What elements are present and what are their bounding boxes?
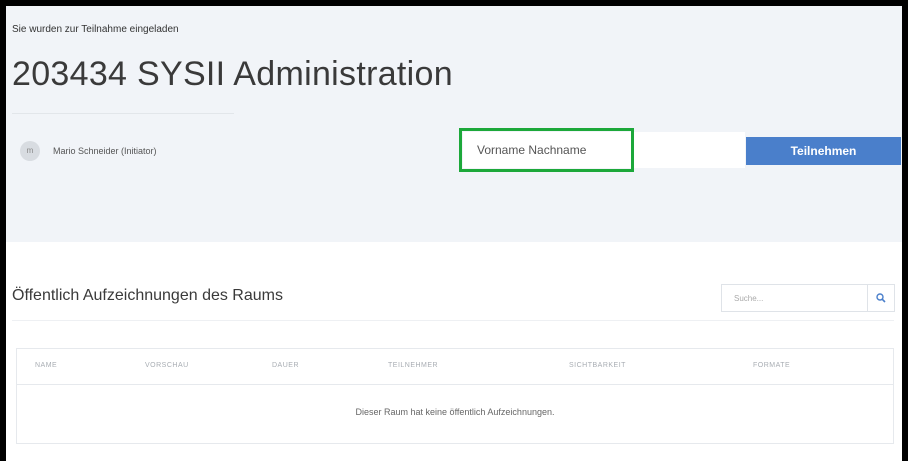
search-input[interactable] [721,284,867,312]
title-divider [12,113,234,114]
column-header-visibility[interactable]: SICHTBARKEIT [569,362,626,369]
join-button[interactable]: Teilnehmen [746,137,901,165]
column-header-preview[interactable]: VORSCHAU [145,362,189,369]
column-header-participants[interactable]: TEILNEHMER [388,362,438,369]
page-title: 203434 SYSII Administration [12,55,453,93]
invitation-text: Sie wurden zur Teilnahme eingeladen [12,24,179,35]
window-frame-right [902,0,908,461]
empty-table-message: Dieser Raum hat keine öffentlich Aufzeic… [355,407,555,417]
recordings-heading: Öffentlich Aufzeichnungen des Raums [12,287,283,304]
name-input[interactable] [463,132,745,168]
column-header-name[interactable]: NAME [35,362,57,369]
table-header: NAME VORSCHAU DAUER TEILNEHMER SICHTBARK… [17,349,893,385]
column-header-duration[interactable]: DAUER [272,362,299,369]
section-divider [12,320,894,321]
recordings-table: NAME VORSCHAU DAUER TEILNEHMER SICHTBARK… [16,348,894,444]
initiator-name: Mario Schneider (Initiator) [53,146,157,156]
search-icon [876,293,886,303]
room-header-panel [6,6,902,242]
search-button[interactable] [867,284,895,312]
avatar: m [20,141,40,161]
column-header-formats[interactable]: FORMATE [753,362,790,369]
